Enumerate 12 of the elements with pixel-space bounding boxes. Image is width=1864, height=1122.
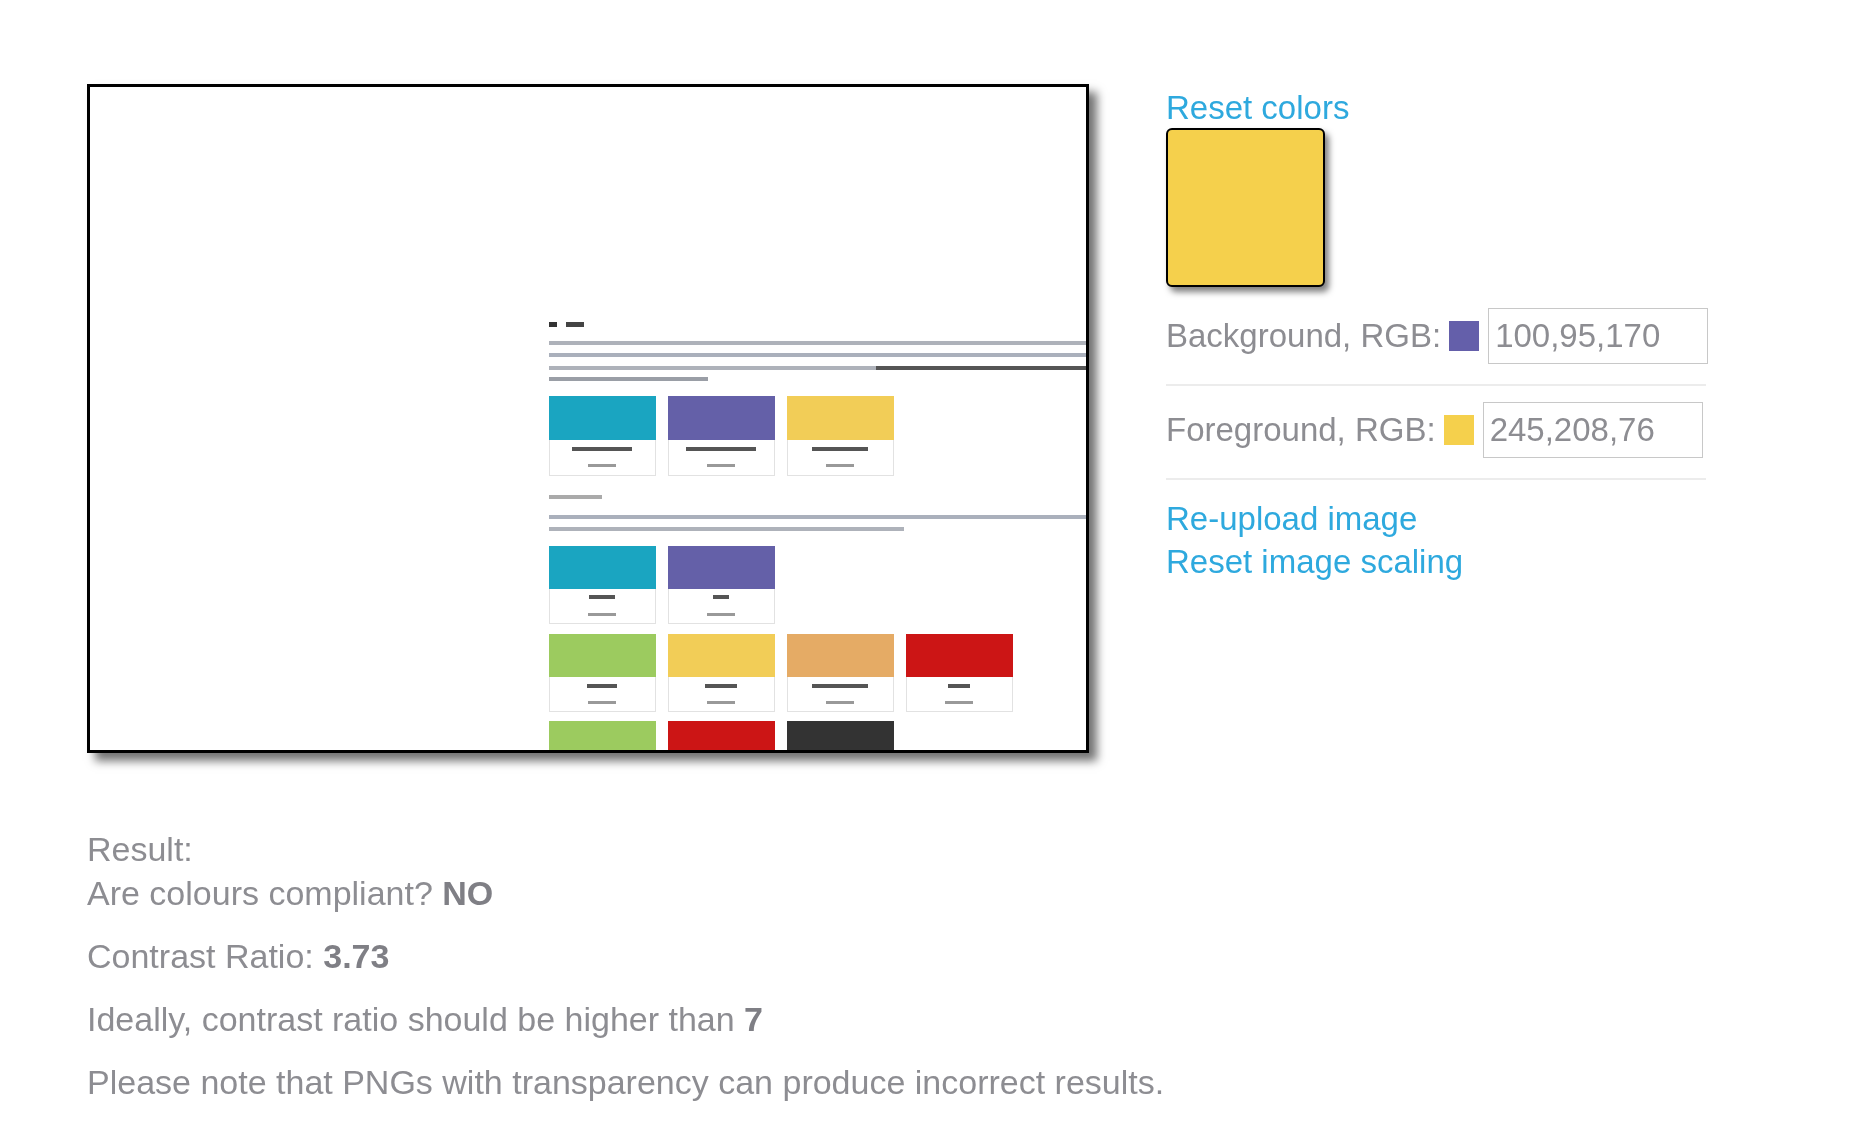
text-link[interactable]: Re-upload image bbox=[1166, 497, 1464, 540]
rgb-input-field[interactable]: 245,208,76 bbox=[1482, 402, 1703, 458]
reset-colors-link[interactable]: Reset colors bbox=[1166, 88, 1350, 128]
result-text: Ideally, contrast ratio should be higher than 7 bbox=[87, 999, 764, 1040]
result-text: Contrast Ratio: 3.73 bbox=[87, 936, 390, 977]
result-heading: Result: bbox=[87, 829, 193, 870]
result-text: Are colours compliant? NO bbox=[87, 873, 494, 914]
field-label: Foreground, RGB: bbox=[1166, 411, 1436, 449]
result-text: Please note that PNGs with transparency can produce incorrect results. bbox=[87, 1062, 1165, 1103]
rgb-input-field[interactable]: 100,95,170 bbox=[1488, 308, 1709, 364]
field-label: Background, RGB: bbox=[1166, 317, 1442, 355]
text-link[interactable]: Reset image scaling bbox=[1166, 540, 1464, 583]
